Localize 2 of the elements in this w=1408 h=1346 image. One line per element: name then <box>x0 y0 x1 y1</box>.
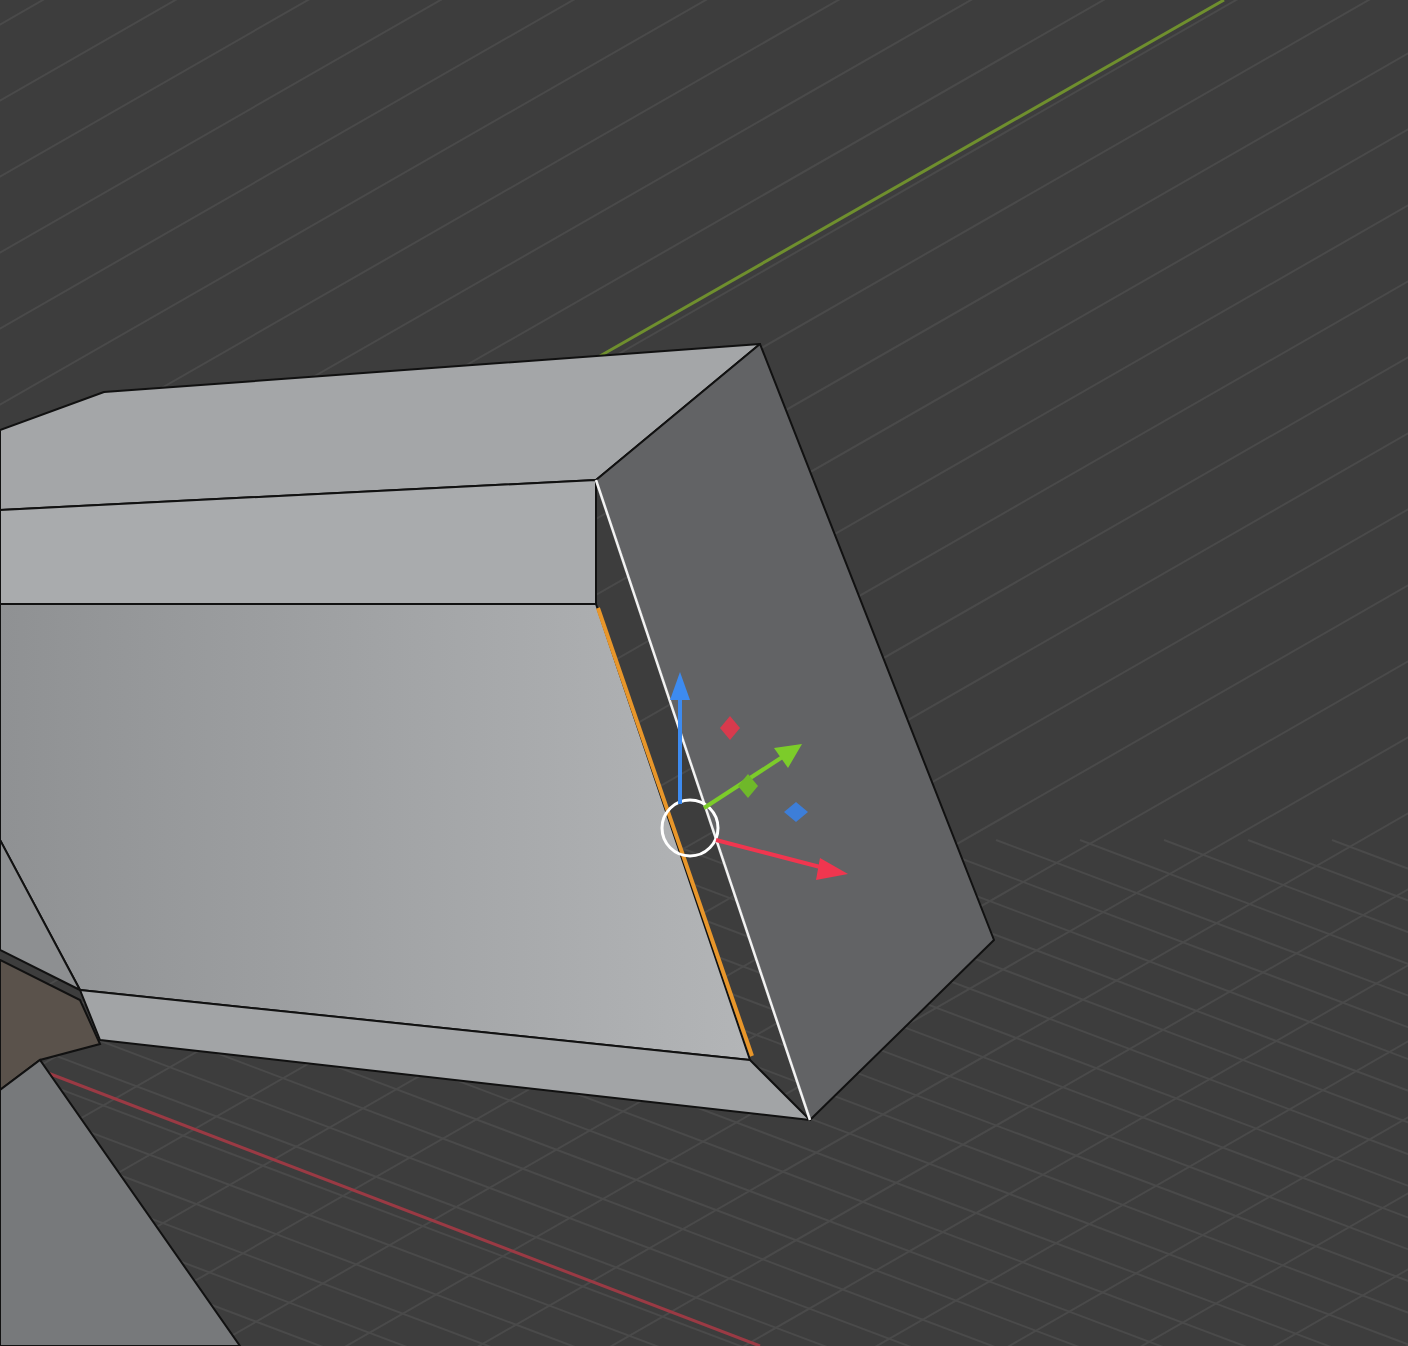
selected-edge[interactable] <box>596 607 754 1057</box>
move-gizmo-icon[interactable] <box>660 672 848 880</box>
